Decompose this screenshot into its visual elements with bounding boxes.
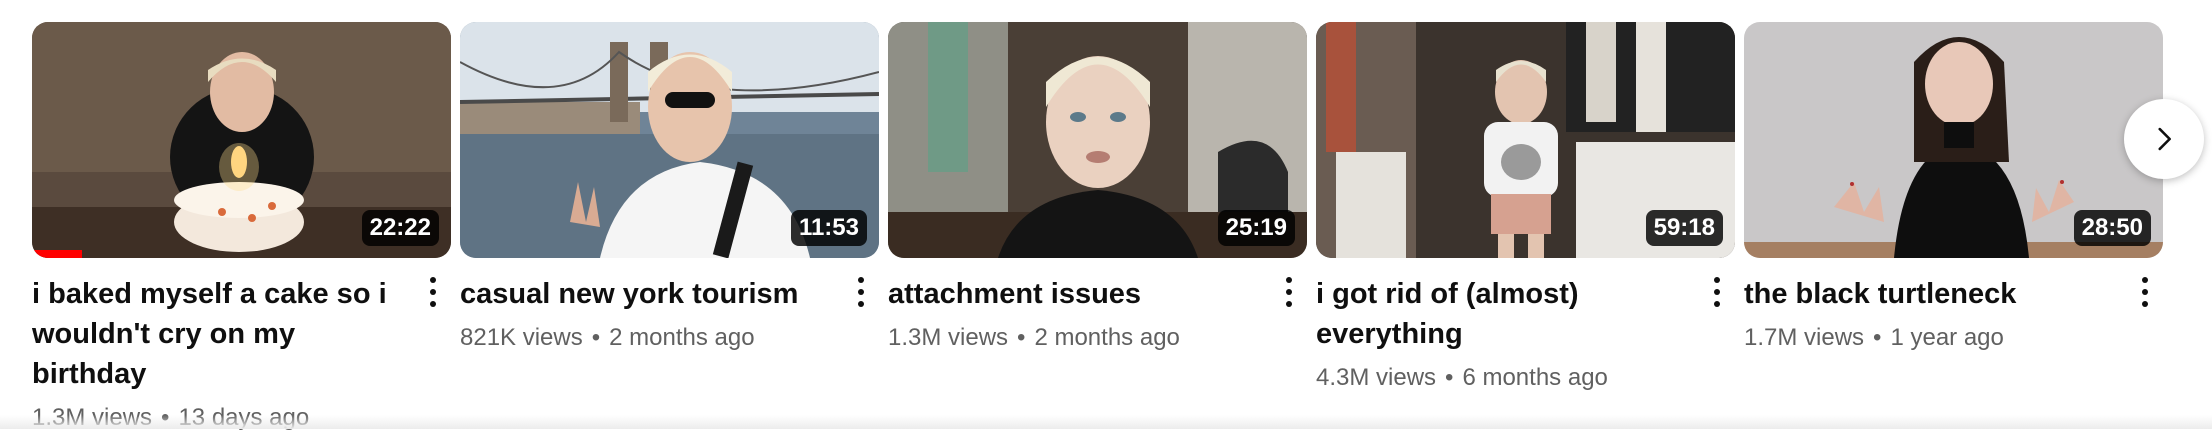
duration-badge: 59:18 xyxy=(1645,210,1723,246)
separator-dot: • xyxy=(1445,364,1454,391)
video-title[interactable]: i baked myself a cake so i wouldn't cry … xyxy=(32,274,407,394)
duration-badge: 25:19 xyxy=(1217,210,1295,246)
separator-dot: • xyxy=(591,324,601,351)
video-stats: 821K views • 2 months ago xyxy=(460,322,835,354)
video-meta: casual new york tourism 821K views • 2 mon… xyxy=(460,274,879,354)
view-count: 4.3M views xyxy=(1316,364,1437,391)
chevron-right-icon xyxy=(2158,127,2171,151)
video-title[interactable]: the black turtleneck xyxy=(1744,274,2119,314)
video-shelf: 22:22 i baked myself a cake so i wouldn'… xyxy=(32,22,2163,434)
video-thumbnail[interactable]: 59:18 xyxy=(1316,22,1735,258)
video-stats: 4.3M views • 6 months ago xyxy=(1316,362,1691,394)
more-vert-icon[interactable] xyxy=(843,272,879,312)
view-count: 1.7M views xyxy=(1744,324,1865,351)
video-stats: 1.7M views • 1 year ago xyxy=(1744,322,2119,354)
separator-dot: • xyxy=(1873,324,1882,351)
duration-badge: 11:53 xyxy=(790,210,867,246)
bottom-divider xyxy=(0,415,2212,429)
video-thumbnail[interactable]: 25:19 xyxy=(888,22,1307,258)
video-meta: i baked myself a cake so i wouldn't cry … xyxy=(32,274,451,434)
upload-age: 1 year ago xyxy=(1890,324,2004,351)
video-thumbnail[interactable]: 22:22 xyxy=(32,22,451,258)
video-meta: i got rid of (almost) everything 4.3M vi… xyxy=(1316,274,1735,394)
more-vert-icon[interactable] xyxy=(2127,272,2163,312)
upload-age: 6 months ago xyxy=(1462,364,1608,391)
view-count: 821K views xyxy=(460,324,583,351)
duration-badge: 22:22 xyxy=(361,210,439,246)
more-vert-icon[interactable] xyxy=(1699,272,1735,312)
upload-age: 2 months ago xyxy=(609,324,755,351)
video-thumbnail[interactable]: 28:50 xyxy=(1744,22,2163,258)
upload-age: 2 months ago xyxy=(1034,324,1180,351)
video-card: 59:18 i got rid of (almost) everything 4… xyxy=(1316,22,1735,434)
video-stats: 1.3M views • 2 months ago xyxy=(888,322,1263,354)
video-thumbnail[interactable]: 11:53 xyxy=(460,22,879,258)
video-meta: attachment issues 1.3M views • 2 months ag… xyxy=(888,274,1307,354)
video-card: 25:19 attachment issues 1.3M views • 2 mon… xyxy=(888,22,1307,434)
next-button[interactable] xyxy=(2124,99,2204,179)
video-card: 28:50 the black turtleneck 1.7M views • 1 … xyxy=(1744,22,2163,434)
separator-dot: • xyxy=(1017,324,1026,351)
video-card: 11:53 casual new york tourism 821K views… xyxy=(460,22,879,434)
view-count: 1.3M views xyxy=(888,324,1009,351)
video-meta: the black turtleneck 1.7M views • 1 year a… xyxy=(1744,274,2163,354)
more-vert-icon[interactable] xyxy=(415,272,451,312)
more-vert-icon[interactable] xyxy=(1271,272,1307,312)
watch-progress-bar xyxy=(32,250,83,258)
video-card: 22:22 i baked myself a cake so i wouldn'… xyxy=(32,22,451,434)
duration-badge: 28:50 xyxy=(2073,210,2151,246)
video-title[interactable]: casual new york tourism xyxy=(460,274,835,314)
video-title[interactable]: attachment issues xyxy=(888,274,1263,314)
video-title[interactable]: i got rid of (almost) everything xyxy=(1316,274,1691,354)
